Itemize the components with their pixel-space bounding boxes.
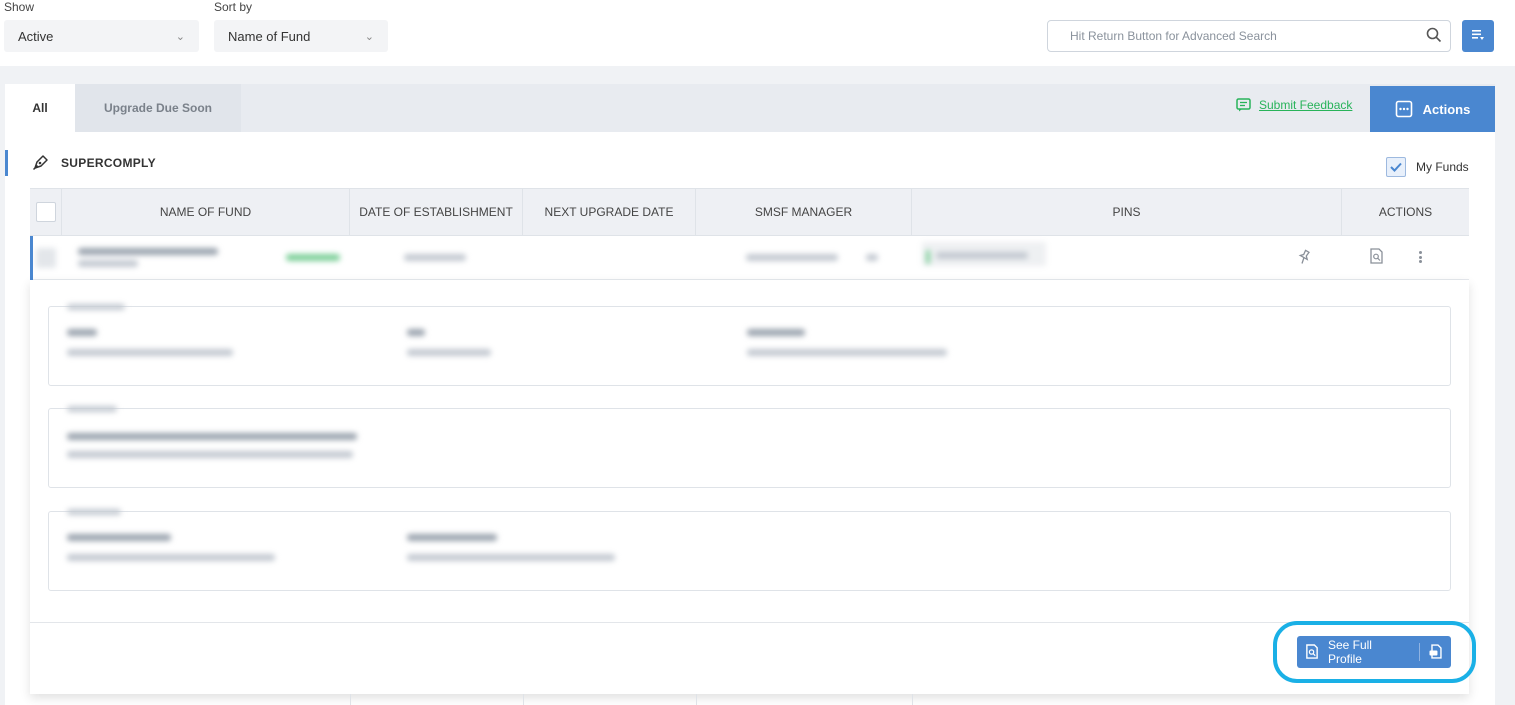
sort-label: Sort by <box>214 0 253 14</box>
column-header-actions: ACTIONS <box>1378 205 1433 219</box>
my-funds-label: My Funds <box>1416 160 1469 174</box>
more-vertical-icon[interactable] <box>1416 248 1424 266</box>
column-header-pins: PINS <box>912 189 1342 235</box>
view-profile-icon[interactable] <box>1369 248 1385 268</box>
pen-nib-icon <box>32 155 48 171</box>
expanded-footer-divider <box>30 622 1469 623</box>
show-select-value: Active <box>18 28 54 44</box>
column-header-date-of-establishment[interactable]: DATE OF ESTABLISHMENT <box>350 189 523 235</box>
see-full-profile-label: See Full Profile <box>1327 638 1372 666</box>
search-box <box>1047 20 1451 52</box>
select-all-cell <box>30 189 62 235</box>
view-profile-icon <box>1306 644 1318 659</box>
my-funds-toggle[interactable]: My Funds <box>1386 157 1469 177</box>
section-title: SUPERCOMPLY <box>61 155 156 170</box>
column-divider <box>696 694 697 705</box>
column-header-next-upgrade-date[interactable]: NEXT UPGRADE DATE <box>523 189 696 235</box>
search-icon[interactable] <box>1426 27 1442 46</box>
select-all-checkbox[interactable] <box>35 202 56 222</box>
chevron-down-icon: ⌄ <box>364 30 374 43</box>
detail-card-trustee <box>48 406 1451 488</box>
checkmark-icon <box>1390 162 1402 172</box>
pdf-document-icon[interactable] <box>1428 644 1443 660</box>
column-divider <box>350 694 351 705</box>
button-divider <box>1419 643 1421 661</box>
column-header-name-of-fund[interactable]: NAME OF FUND <box>62 189 350 235</box>
column-header-smsf-manager[interactable]: SMSF MANAGER <box>696 189 912 235</box>
actions-label: Actions <box>1422 101 1471 117</box>
pin-icon[interactable] <box>1296 249 1312 268</box>
filter-list-icon <box>1470 27 1486 46</box>
search-input[interactable] <box>1070 29 1400 43</box>
section-accent <box>5 150 8 176</box>
show-label: Show <box>4 0 35 14</box>
see-full-profile-button[interactable]: See Full Profile <box>1297 636 1451 668</box>
tab-all[interactable]: All <box>5 84 75 132</box>
chevron-down-icon: ⌄ <box>175 30 185 43</box>
my-funds-checkbox[interactable] <box>1386 157 1406 177</box>
more-box-icon <box>1395 100 1412 118</box>
advanced-search-button[interactable] <box>1462 20 1494 52</box>
table-header: NAME OF FUND DATE OF ESTABLISHMENT NEXT … <box>30 188 1469 236</box>
table-row[interactable] <box>30 236 1469 280</box>
section-header: SUPERCOMPLY <box>32 154 156 171</box>
submit-feedback-link[interactable]: Submit Feedback <box>1236 98 1352 112</box>
message-icon <box>1236 98 1251 112</box>
row-accent <box>30 236 33 280</box>
detail-card-members <box>48 509 1451 591</box>
sort-select-value: Name of Fund <box>228 28 311 44</box>
show-select[interactable]: Active ⌄ <box>4 20 199 52</box>
sort-select[interactable]: Name of Fund ⌄ <box>214 20 388 52</box>
detail-card-fund <box>48 304 1451 386</box>
actions-button[interactable]: Actions <box>1370 86 1495 132</box>
column-divider <box>912 694 913 705</box>
submit-feedback-label: Submit Feedback <box>1259 98 1353 112</box>
tab-upgrade-due-soon[interactable]: Upgrade Due Soon <box>75 84 241 132</box>
column-divider <box>523 694 524 705</box>
